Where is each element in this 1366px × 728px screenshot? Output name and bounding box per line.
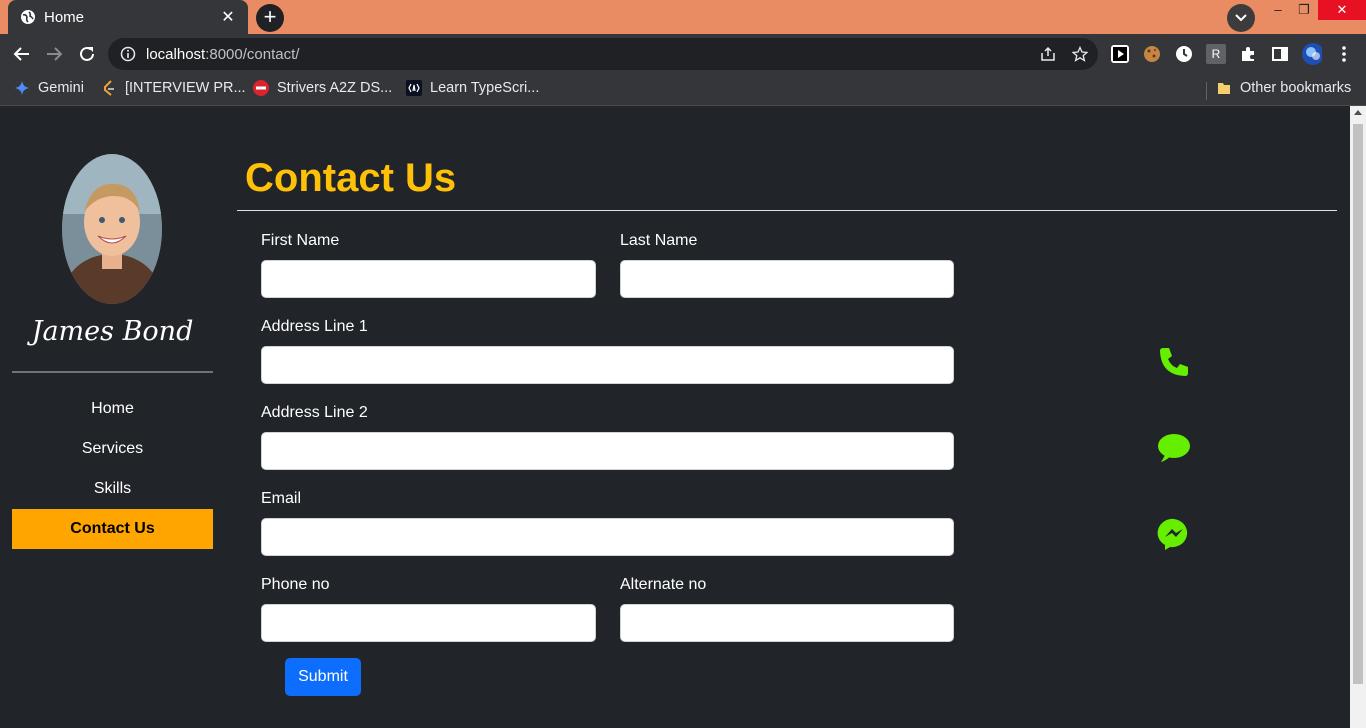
messenger-icon[interactable] <box>1156 516 1192 552</box>
side-panel-icon[interactable] <box>1270 44 1290 64</box>
folder-icon <box>1216 80 1232 96</box>
menu-kebab-icon[interactable] <box>1334 44 1354 64</box>
profile-avatar[interactable] <box>1302 43 1322 65</box>
last-name-label: Last Name <box>620 232 698 249</box>
address-line-2-input[interactable] <box>261 432 954 470</box>
cookie-extension-icon[interactable] <box>1142 44 1162 64</box>
puzzle-extensions-icon[interactable] <box>1238 44 1258 64</box>
first-name-label: First Name <box>261 232 340 249</box>
new-tab-button[interactable]: + <box>256 4 284 32</box>
page-content: James Bond Home Services Skills Contact … <box>0 106 1350 728</box>
address-line-1-label: Address Line 1 <box>261 318 368 335</box>
alternate-phone-input[interactable] <box>620 604 954 642</box>
address-line-2-label: Address Line 2 <box>261 404 368 421</box>
sidebar-divider <box>12 371 213 373</box>
tab-strip: Home ✕ + – ❐ ✕ <box>0 0 1366 34</box>
sidebar-item-services[interactable]: Services <box>12 429 213 469</box>
bookmark-item[interactable]: Gemini <box>14 80 84 96</box>
close-tab-icon[interactable]: ✕ <box>218 7 238 27</box>
url-text: localhost:8000/contact/ <box>146 45 300 63</box>
browser-toolbar: localhost:8000/contact/ R <box>0 34 1366 74</box>
sidebar-item-contact-us[interactable]: Contact Us <box>12 509 213 549</box>
alternate-phone-label: Alternate no <box>620 576 707 593</box>
tab-home[interactable]: Home ✕ <box>8 0 248 34</box>
bookmark-item[interactable]: Strivers A2Z DS... <box>253 80 392 96</box>
phone-label: Phone no <box>261 576 330 593</box>
phone-input[interactable] <box>261 604 596 642</box>
bookmark-item[interactable]: [INTERVIEW PR... <box>101 80 246 96</box>
reload-icon[interactable] <box>75 42 99 66</box>
typescript-icon <box>406 80 422 96</box>
sidebar: James Bond Home Services Skills Contact … <box>12 106 213 728</box>
profile-name: James Bond <box>31 316 194 347</box>
bookmark-item[interactable]: Learn TypeScri... <box>406 80 539 96</box>
scroll-up-icon[interactable] <box>1354 110 1362 115</box>
phone-icon[interactable] <box>1156 344 1192 380</box>
chat-bubble-icon[interactable] <box>1156 430 1192 466</box>
tab-title: Home <box>44 8 85 26</box>
first-name-input[interactable] <box>261 260 596 298</box>
sidebar-item-home[interactable]: Home <box>12 389 213 429</box>
other-bookmarks[interactable]: Other bookmarks <box>1216 80 1351 96</box>
leetcode-icon <box>101 80 117 96</box>
chevron-down-icon <box>1235 14 1247 22</box>
info-icon[interactable] <box>120 46 136 62</box>
window-close-button[interactable]: ✕ <box>1318 0 1366 20</box>
bookmark-separator <box>1206 82 1207 100</box>
avatar <box>62 154 162 304</box>
back-icon[interactable] <box>10 42 34 66</box>
address-bar[interactable]: localhost:8000/contact/ <box>108 38 1098 70</box>
address-line-1-input[interactable] <box>261 346 954 384</box>
scrollbar-thumb[interactable] <box>1353 124 1363 684</box>
r-extension-icon[interactable]: R <box>1206 44 1226 64</box>
star-icon[interactable] <box>1072 46 1088 62</box>
bookmarks-bar: Gemini [INTERVIEW PR... Strivers A2Z DS.… <box>0 74 1366 106</box>
forward-icon[interactable] <box>42 42 66 66</box>
page-scrollbar[interactable] <box>1350 106 1366 728</box>
last-name-input[interactable] <box>620 260 954 298</box>
email-label: Email <box>261 490 302 507</box>
clock-extension-icon[interactable] <box>1174 44 1194 64</box>
sidebar-item-skills[interactable]: Skills <box>12 469 213 509</box>
title-divider <box>237 210 1337 211</box>
submit-button[interactable]: Submit <box>285 658 361 696</box>
globe-icon <box>20 9 36 25</box>
email-input[interactable] <box>261 518 954 556</box>
tab-search-button[interactable] <box>1227 4 1255 32</box>
tuf-icon <box>253 80 269 96</box>
gemini-star-icon <box>14 80 30 96</box>
share-icon[interactable] <box>1040 46 1056 62</box>
media-extension-icon[interactable] <box>1110 44 1130 64</box>
page-title: Contact Us <box>245 156 457 200</box>
